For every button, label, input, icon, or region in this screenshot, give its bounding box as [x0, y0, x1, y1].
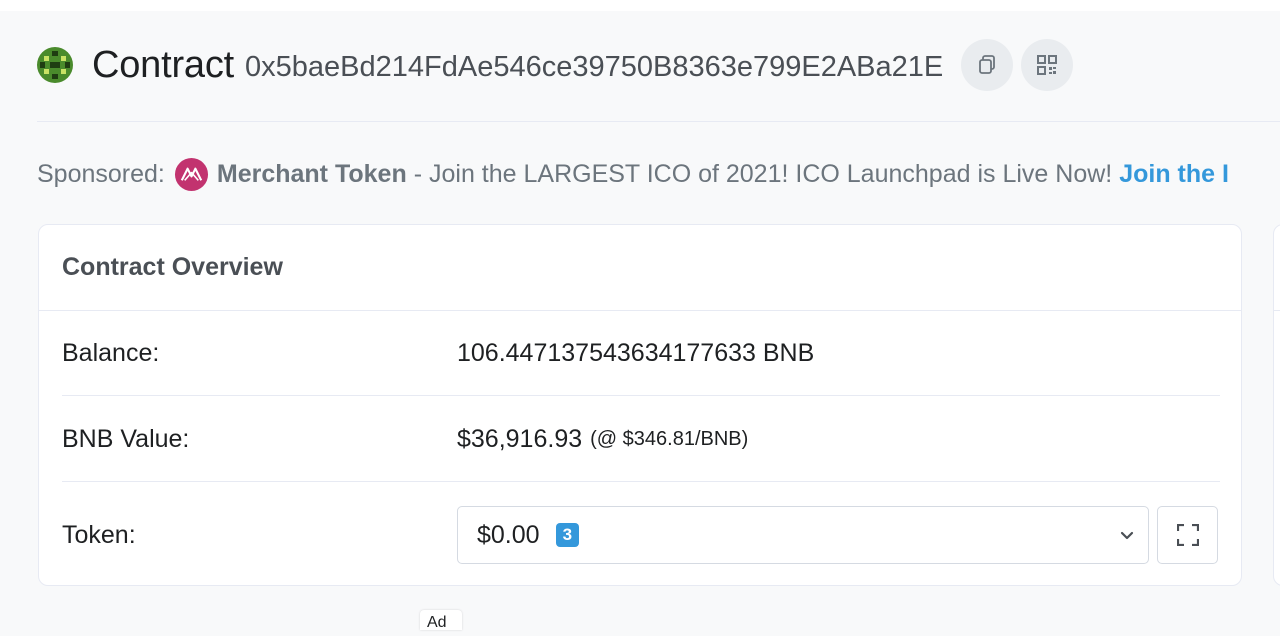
page-title: Contract [92, 43, 235, 86]
qr-code-icon [1037, 55, 1058, 75]
bnb-value-label: BNB Value: [62, 424, 190, 453]
copy-icon [979, 55, 996, 74]
bnb-value-row: BNB Value: $36,916.93 (@ $346.81/BNB) [62, 424, 1220, 454]
sponsored-banner: Sponsored: Merchant Token - Join the LAR… [37, 156, 1229, 192]
contract-address[interactable]: 0x5baeBd214FdAe546ce39750B8363e799E2ABa2… [245, 51, 943, 84]
sponsor-name[interactable]: Merchant Token [217, 160, 407, 189]
contract-overview-card: Contract Overview Balance: 106.447137543… [38, 224, 1242, 586]
copy-address-button[interactable] [961, 39, 1014, 91]
header-divider [37, 121, 1280, 122]
chevron-down-icon [1120, 531, 1134, 540]
card-header: Contract Overview [39, 225, 1241, 311]
expand-icon [1176, 524, 1199, 546]
balance-label: Balance: [62, 338, 160, 367]
identicon-avatar-icon [37, 47, 73, 83]
expand-token-button[interactable] [1157, 506, 1218, 564]
sponsor-text: - Join the LARGEST ICO of 2021! ICO Laun… [413, 159, 1113, 188]
token-label: Token: [62, 520, 136, 549]
top-nav-strip [0, 0, 1280, 11]
sponsored-label: Sponsored: [37, 159, 165, 188]
balance-row: Balance: 106.447137543634177633 BNB [62, 338, 1220, 368]
card-title: Contract Overview [62, 253, 283, 281]
token-holdings-dropdown[interactable]: $0.00 3 [457, 506, 1149, 564]
token-value: $0.00 [477, 520, 540, 549]
more-info-card-edge [1273, 224, 1280, 586]
page-header: Contract 0x5baeBd214FdAe546ce39750B8363e… [37, 39, 1081, 91]
row-divider [62, 481, 1220, 482]
ad-label: Ad [420, 610, 462, 631]
more-info-card-header-line [1274, 310, 1280, 311]
sponsor-cta-link[interactable]: Join the I [1119, 160, 1229, 189]
row-divider [62, 395, 1220, 396]
token-row: Token: $0.00 3 [62, 505, 1220, 565]
balance-value: 106.447137543634177633 BNB [457, 338, 815, 367]
token-count-badge: 3 [555, 523, 580, 547]
qr-code-button[interactable] [1021, 39, 1074, 91]
merchant-token-logo-icon [174, 157, 208, 191]
bnb-value-amount: $36,916.93 [457, 424, 583, 453]
bnb-price-note: (@ $346.81/BNB) [590, 427, 749, 450]
